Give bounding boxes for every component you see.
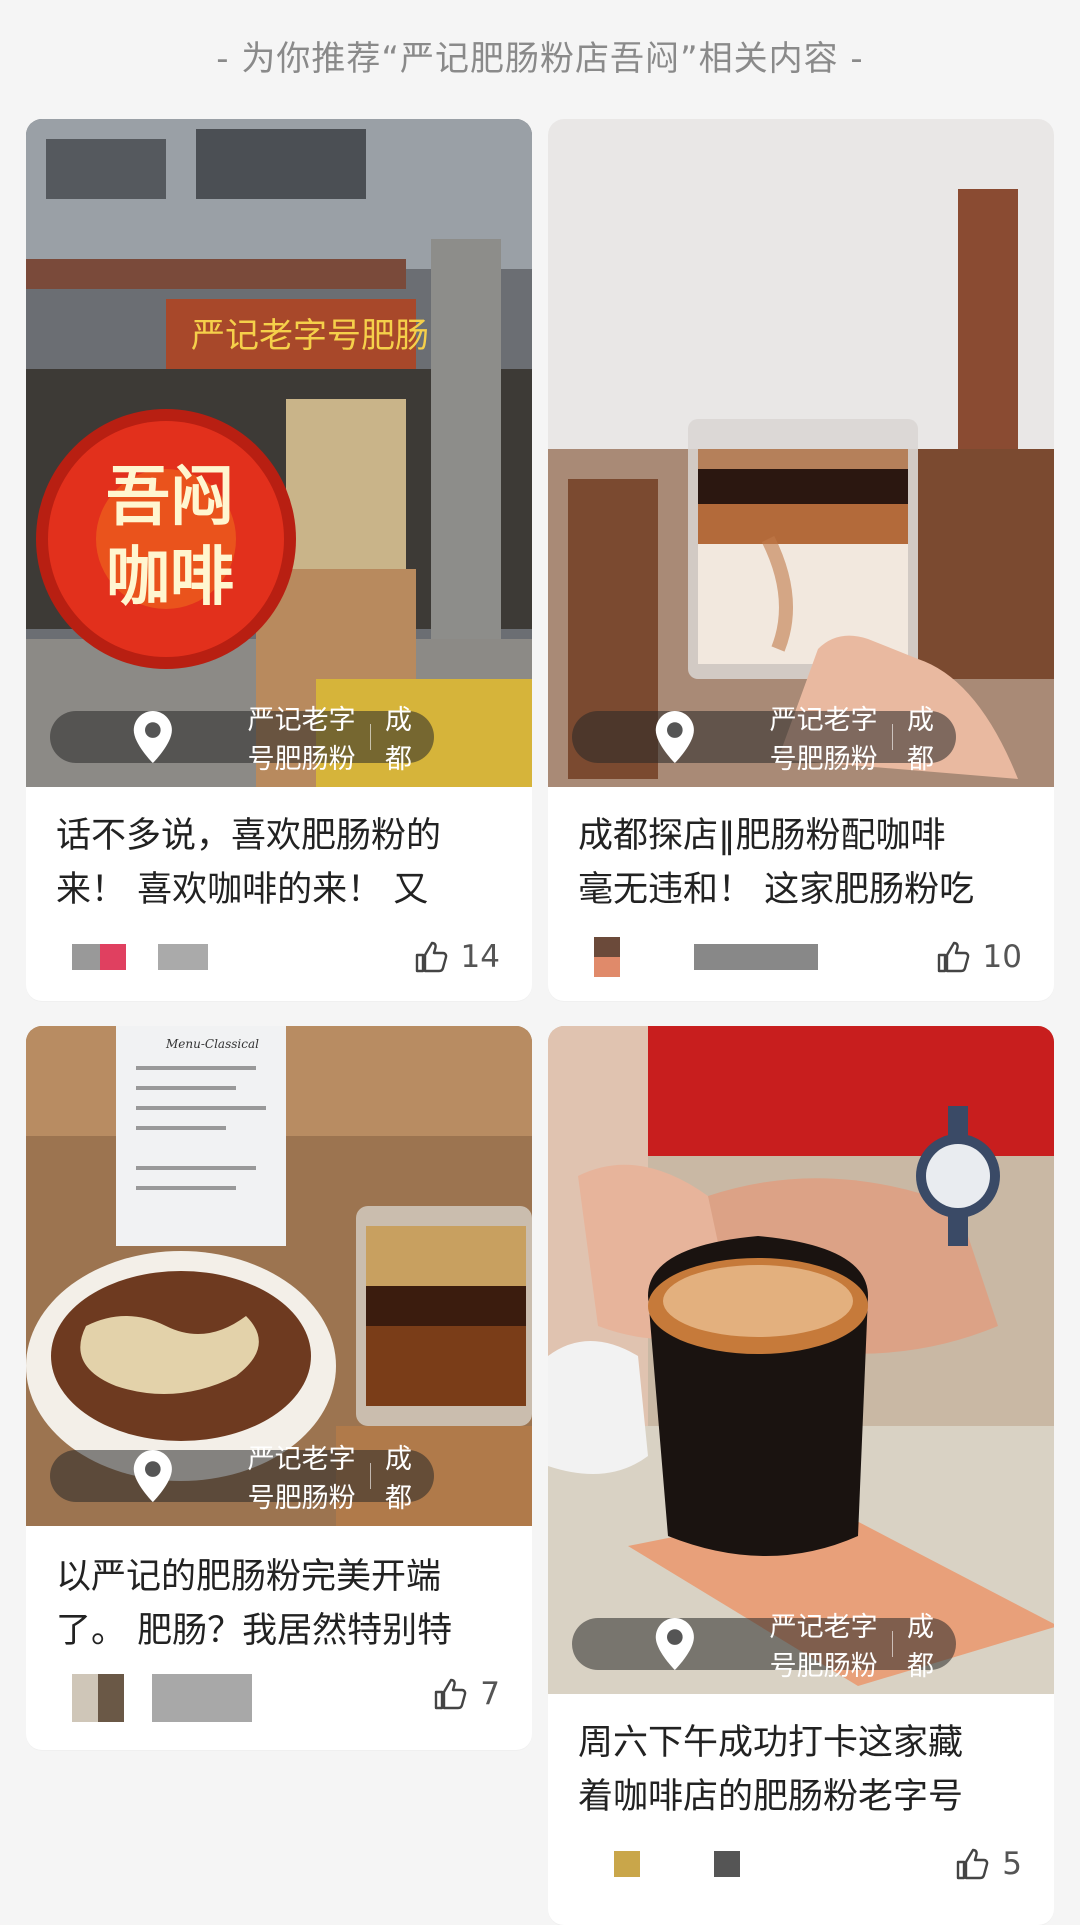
avatar[interactable]	[594, 937, 620, 977]
thumbs-up-icon	[957, 1848, 989, 1880]
post-image-2[interactable]: 严记老字号肥肠粉 成都	[548, 119, 1054, 787]
location-name: 严记老字号肥肠粉	[247, 705, 356, 775]
sign-text-line1: 吾闷	[106, 460, 234, 535]
location-separator	[892, 1631, 894, 1657]
post-card-2[interactable]: 严记老字号肥肠粉 成都 成都探店‖肥肠粉配咖啡 毫无违和！ 这家肥肠粉吃 10	[548, 119, 1054, 1001]
like-button[interactable]: 14	[413, 937, 500, 977]
location-pin-icon	[655, 711, 694, 763]
post-card-1[interactable]: 严记老字号肥肠 吾闷 咖啡 严记老字号肥肠粉 成都 话不多说，喜欢肥肠粉的 来！…	[26, 119, 532, 1001]
author-name[interactable]	[152, 1674, 252, 1722]
thumbs-up-icon	[435, 1678, 467, 1710]
avatar	[100, 944, 126, 970]
avatar[interactable]	[614, 1851, 640, 1877]
post-card-3[interactable]: Menu-Classical 严记老字号肥肠粉 成都 以严记的肥肠粉完美开端 了…	[26, 1026, 532, 1750]
post-meta: 7	[48, 1674, 510, 1722]
post-card-4[interactable]: 严记老字号肥肠粉 成都 周六下午成功打卡这家藏 着咖啡店的肥肠粉老字号 5	[548, 1026, 1054, 1925]
post-title[interactable]: 成都探店‖肥肠粉配咖啡 毫无违和！ 这家肥肠粉吃	[578, 809, 1032, 917]
post-meta: 14	[48, 937, 510, 977]
recommendation-header: - 为你推荐“严记肥肠粉店吾闷”相关内容 -	[216, 38, 864, 79]
like-button[interactable]: 10	[935, 937, 1022, 977]
location-name: 严记老字号肥肠粉	[247, 1444, 356, 1514]
post-meta: 10	[570, 937, 1032, 977]
location-pin-icon	[133, 1450, 172, 1502]
post-title[interactable]: 周六下午成功打卡这家藏 着咖啡店的肥肠粉老字号	[578, 1716, 1032, 1824]
location-pin-icon	[655, 1618, 694, 1670]
avatar[interactable]	[72, 1674, 124, 1722]
avatar[interactable]	[72, 944, 100, 970]
like-button[interactable]: 5	[954, 1844, 1022, 1884]
shop-sign-text: 严记老字号肥肠	[191, 316, 429, 356]
like-button[interactable]: 7	[432, 1674, 500, 1714]
location-tag[interactable]: 严记老字号肥肠粉 成都	[572, 1612, 957, 1682]
like-count: 7	[480, 1676, 500, 1712]
thumbs-up-icon	[937, 941, 969, 973]
thumbs-up-icon	[415, 941, 447, 973]
location-tag[interactable]: 严记老字号肥肠粉 成都	[572, 705, 957, 775]
location-name: 严记老字号肥肠粉	[769, 705, 878, 775]
location-name: 严记老字号肥肠粉	[769, 1612, 878, 1682]
location-city: 成都	[907, 705, 935, 775]
like-count: 5	[1002, 1846, 1022, 1882]
author-name[interactable]	[694, 944, 818, 970]
location-pin-icon	[133, 711, 172, 763]
location-tag[interactable]: 严记老字号肥肠粉 成都	[50, 1444, 435, 1514]
location-tag[interactable]: 严记老字号肥肠粉 成都	[50, 705, 435, 775]
like-count: 14	[460, 939, 500, 975]
post-image-3[interactable]: Menu-Classical 严记老字号肥肠粉 成都	[26, 1026, 532, 1526]
location-separator	[370, 1463, 372, 1489]
author-name[interactable]	[714, 1851, 740, 1877]
sign-text-line2: 咖啡	[106, 540, 234, 615]
location-city: 成都	[907, 1612, 935, 1682]
location-separator	[892, 724, 894, 750]
post-title[interactable]: 以严记的肥肠粉完美开端 了。 肥肠？我居然特别特	[56, 1550, 510, 1658]
menu-title: Menu-Classical	[165, 1037, 259, 1051]
post-image-1[interactable]: 严记老字号肥肠 吾闷 咖啡 严记老字号肥肠粉 成都	[26, 119, 532, 787]
location-separator	[370, 724, 372, 750]
post-title[interactable]: 话不多说，喜欢肥肠粉的 来！ 喜欢咖啡的来！ 又	[56, 809, 510, 917]
location-city: 成都	[385, 705, 413, 775]
author-name[interactable]	[158, 944, 208, 970]
location-city: 成都	[385, 1444, 413, 1514]
post-meta: 5	[570, 1844, 1032, 1884]
post-image-4[interactable]: 严记老字号肥肠粉 成都	[548, 1026, 1054, 1694]
like-count: 10	[982, 939, 1022, 975]
